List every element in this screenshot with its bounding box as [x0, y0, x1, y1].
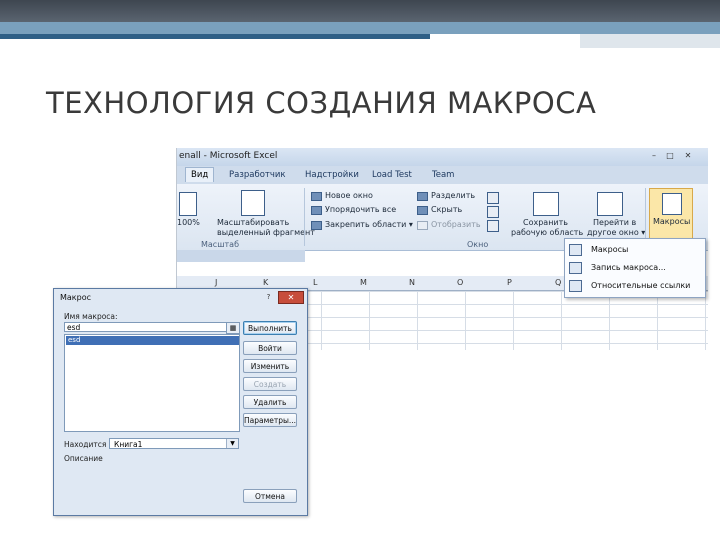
column-header[interactable]: L — [313, 278, 317, 287]
macros-in-select[interactable]: Книга1 ▼ — [109, 438, 239, 449]
switch-windows-button[interactable]: Перейти в другое окно ▾ — [587, 218, 645, 238]
menu-item-record-macro[interactable]: Запись макроса... — [565, 259, 705, 276]
dialog-close-button[interactable]: ✕ — [278, 291, 304, 304]
slide-accent-light — [580, 34, 720, 48]
tab-load-test[interactable]: Load Test — [372, 170, 412, 180]
macros-label: Макросы — [653, 217, 691, 226]
save-workspace-icon — [533, 192, 559, 216]
hide-icon — [417, 206, 428, 215]
column-header[interactable]: Q — [555, 278, 561, 287]
excel-titlebar: enall - Microsoft Excel – □ ✕ — [177, 148, 708, 166]
zoom-group-label: Масштаб — [201, 240, 240, 249]
new-window-button[interactable]: Новое окно — [325, 191, 373, 201]
macro-dialog: Макрос ? ✕ Имя макроса: esd ▦ esd Выполн… — [53, 288, 308, 516]
create-button[interactable]: Создать — [243, 377, 297, 391]
column-header[interactable]: M — [360, 278, 367, 287]
save-workspace-line1: Сохранить — [523, 218, 568, 227]
zoom-selection-icon — [241, 190, 265, 216]
window-title: enall - Microsoft Excel — [179, 151, 278, 161]
freeze-panes-icon — [311, 221, 322, 230]
slide-accent-line — [0, 34, 430, 39]
help-button[interactable]: ? — [262, 292, 275, 302]
list-item[interactable]: esd — [66, 336, 239, 345]
arrange-all-icon — [311, 206, 322, 215]
zoom-selection-line1: Масштабировать — [217, 218, 290, 227]
slide-accent-band — [0, 22, 720, 34]
arrange-all-button[interactable]: Упорядочить все — [325, 205, 396, 215]
macros-in-value: Книга1 — [114, 440, 143, 449]
side-by-side-icon[interactable] — [487, 206, 499, 218]
macros-icon — [662, 193, 682, 215]
unhide-button[interactable]: Отобразить — [431, 220, 481, 230]
view-macros-icon — [569, 244, 582, 256]
switch-windows-line1: Перейти в — [593, 218, 637, 227]
cancel-button[interactable]: Отмена — [243, 489, 297, 503]
macro-list[interactable]: esd — [64, 334, 240, 432]
column-header[interactable]: K — [263, 278, 268, 287]
zoom-selection-line2: выделенный фрагмент — [217, 228, 315, 237]
run-button[interactable]: Выполнить — [243, 321, 297, 335]
ribbon-tabs: Вид Разработчик Надстройки Load Test Tea… — [177, 166, 708, 184]
tab-view[interactable]: Вид — [185, 167, 215, 182]
record-macro-icon — [569, 262, 582, 274]
edit-button[interactable]: Изменить — [243, 359, 297, 373]
reset-position-icon[interactable] — [487, 220, 499, 232]
maximize-button[interactable]: □ — [663, 151, 677, 161]
zoom-selection-button[interactable]: Масштабировать выделенный фрагмент — [217, 218, 315, 238]
zoom-100-button[interactable]: 100% — [177, 218, 200, 228]
relative-references-icon — [569, 280, 582, 292]
save-workspace-line2: рабочую область — [511, 228, 584, 237]
chevron-down-icon[interactable]: ▼ — [226, 439, 238, 448]
group-separator — [304, 188, 305, 246]
step-into-button[interactable]: Войти — [243, 341, 297, 355]
freeze-panes-button[interactable]: Закрепить области ▾ — [325, 220, 413, 230]
menu-item-relative-references[interactable]: Относительные ссылки — [565, 277, 705, 294]
column-header[interactable]: O — [457, 278, 463, 287]
slide-top-band — [0, 0, 720, 22]
macros-menu: Макросы Запись макроса... Относительные … — [564, 238, 706, 298]
unhide-icon — [417, 221, 428, 230]
options-button[interactable]: Параметры... — [243, 413, 297, 427]
dialog-title: Макрос — [60, 293, 92, 302]
zoom-100-icon — [179, 192, 197, 216]
tab-addins[interactable]: Надстройки — [305, 170, 359, 180]
tab-team[interactable]: Team — [432, 170, 454, 180]
menu-item-view-macros[interactable]: Макросы — [565, 241, 705, 258]
macro-name-input[interactable]: esd — [64, 322, 237, 332]
slide-title: ТЕХНОЛОГИЯ СОЗДАНИЯ МАКРОСА — [46, 86, 597, 120]
switch-windows-icon — [597, 192, 623, 216]
save-workspace-button[interactable]: Сохранить рабочую область — [511, 218, 583, 238]
macros-button[interactable]: Макросы — [649, 188, 693, 242]
minimize-button[interactable]: – — [647, 151, 661, 161]
new-window-icon — [311, 192, 322, 201]
macros-in-label: Находится в: — [64, 440, 116, 449]
sync-scroll-icon[interactable] — [487, 192, 499, 204]
column-header[interactable]: N — [409, 278, 415, 287]
collapse-dialog-icon[interactable]: ▦ — [226, 322, 240, 334]
column-header[interactable]: J — [215, 278, 217, 287]
hide-button[interactable]: Скрыть — [431, 205, 462, 215]
macro-name-label: Имя макроса: — [64, 312, 118, 321]
split-icon — [417, 192, 428, 201]
menu-item-label: Запись макроса... — [591, 263, 666, 272]
delete-button[interactable]: Удалить — [243, 395, 297, 409]
window-group-label: Окно — [467, 240, 489, 249]
description-label: Описание — [64, 454, 103, 463]
split-button[interactable]: Разделить — [431, 191, 475, 201]
tab-developer[interactable]: Разработчик — [229, 170, 286, 180]
close-window-button[interactable]: ✕ — [681, 151, 695, 161]
menu-item-label: Макросы — [591, 245, 629, 254]
menu-item-label: Относительные ссылки — [591, 281, 691, 290]
switch-windows-line2: другое окно ▾ — [587, 228, 646, 237]
column-header[interactable]: P — [507, 278, 512, 287]
zoom-group-bar — [177, 250, 305, 262]
